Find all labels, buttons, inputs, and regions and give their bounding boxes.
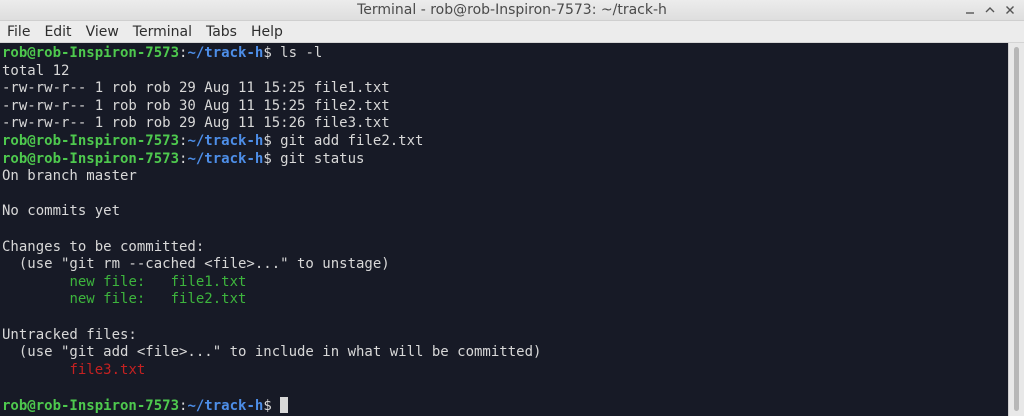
output-line: (use "git add <file>..." to include in w… xyxy=(2,344,542,361)
output-line: total 12 xyxy=(2,62,70,79)
prompt-user-host: rob@rob-Inspiron-7573 xyxy=(2,132,180,149)
prompt-symbol: $ xyxy=(263,150,281,167)
menu-edit[interactable]: Edit xyxy=(37,21,78,43)
menu-tabs[interactable]: Tabs xyxy=(199,21,244,43)
command-text: git status xyxy=(280,150,365,167)
prompt-symbol: $ xyxy=(263,397,281,414)
output-line: -rw-rw-r-- 1 rob rob 30 Aug 11 15:25 fil… xyxy=(2,97,390,114)
window-title: Terminal - rob@rob-Inspiron-7573: ~/trac… xyxy=(357,2,667,18)
output-line: On branch master xyxy=(2,168,137,185)
prompt-path: ~/track-h xyxy=(187,132,264,149)
text-cursor xyxy=(280,396,289,413)
prompt-line: rob@rob-Inspiron-7573:~/track-h$ ls -l xyxy=(2,45,1008,63)
staged-file-line: new file: file2.txt xyxy=(2,291,247,308)
terminal-window: Terminal - rob@rob-Inspiron-7573: ~/trac… xyxy=(0,0,1024,416)
menu-file[interactable]: File xyxy=(0,21,37,43)
output-line: Untracked files: xyxy=(2,326,137,343)
title-bar[interactable]: Terminal - rob@rob-Inspiron-7573: ~/trac… xyxy=(0,0,1024,21)
output-line: Changes to be committed: xyxy=(2,238,205,255)
menu-bar: File Edit View Terminal Tabs Help xyxy=(0,21,1024,43)
prompt-symbol: $ xyxy=(263,132,281,149)
output-line: -rw-rw-r-- 1 rob rob 29 Aug 11 15:26 fil… xyxy=(2,115,390,132)
menu-help[interactable]: Help xyxy=(244,21,290,43)
prompt-symbol: $ xyxy=(263,45,281,61)
prompt-user-host: rob@rob-Inspiron-7573 xyxy=(2,45,180,61)
scrollbar-thumb[interactable] xyxy=(1014,47,1019,411)
prompt-path: ~/track-h xyxy=(187,45,264,61)
minimize-button[interactable] xyxy=(962,2,978,18)
prompt-path: ~/track-h xyxy=(187,397,264,414)
prompt-path: ~/track-h xyxy=(187,150,264,167)
maximize-icon xyxy=(985,7,995,13)
window-controls xyxy=(962,1,1018,19)
maximize-button[interactable] xyxy=(982,2,998,18)
output-line: -rw-rw-r-- 1 rob rob 29 Aug 11 15:25 fil… xyxy=(2,80,390,97)
minimize-icon xyxy=(966,12,974,14)
menu-terminal[interactable]: Terminal xyxy=(126,21,199,43)
untracked-file-line: file3.txt xyxy=(2,361,146,378)
prompt-user-host: rob@rob-Inspiron-7573 xyxy=(2,397,180,414)
command-text: git add file2.txt xyxy=(280,132,424,149)
menu-view[interactable]: View xyxy=(79,21,126,43)
terminal-output[interactable]: rob@rob-Inspiron-7573:~/track-h$ ls -l to… xyxy=(0,43,1008,416)
output-line: (use "git rm --cached <file>..." to unst… xyxy=(2,256,390,273)
prompt-user-host: rob@rob-Inspiron-7573 xyxy=(2,150,180,167)
prompt-line: rob@rob-Inspiron-7573:~/track-h$ xyxy=(2,396,1008,415)
prompt-line: rob@rob-Inspiron-7573:~/track-h$ git add… xyxy=(2,133,1008,151)
vertical-scrollbar[interactable] xyxy=(1008,43,1024,416)
output-line: No commits yet xyxy=(2,203,121,220)
prompt-line: rob@rob-Inspiron-7573:~/track-h$ git sta… xyxy=(2,151,1008,169)
staged-file-line: new file: file1.txt xyxy=(2,273,247,290)
close-icon xyxy=(1006,6,1014,14)
close-button[interactable] xyxy=(1002,2,1018,18)
command-text: ls -l xyxy=(280,45,323,61)
